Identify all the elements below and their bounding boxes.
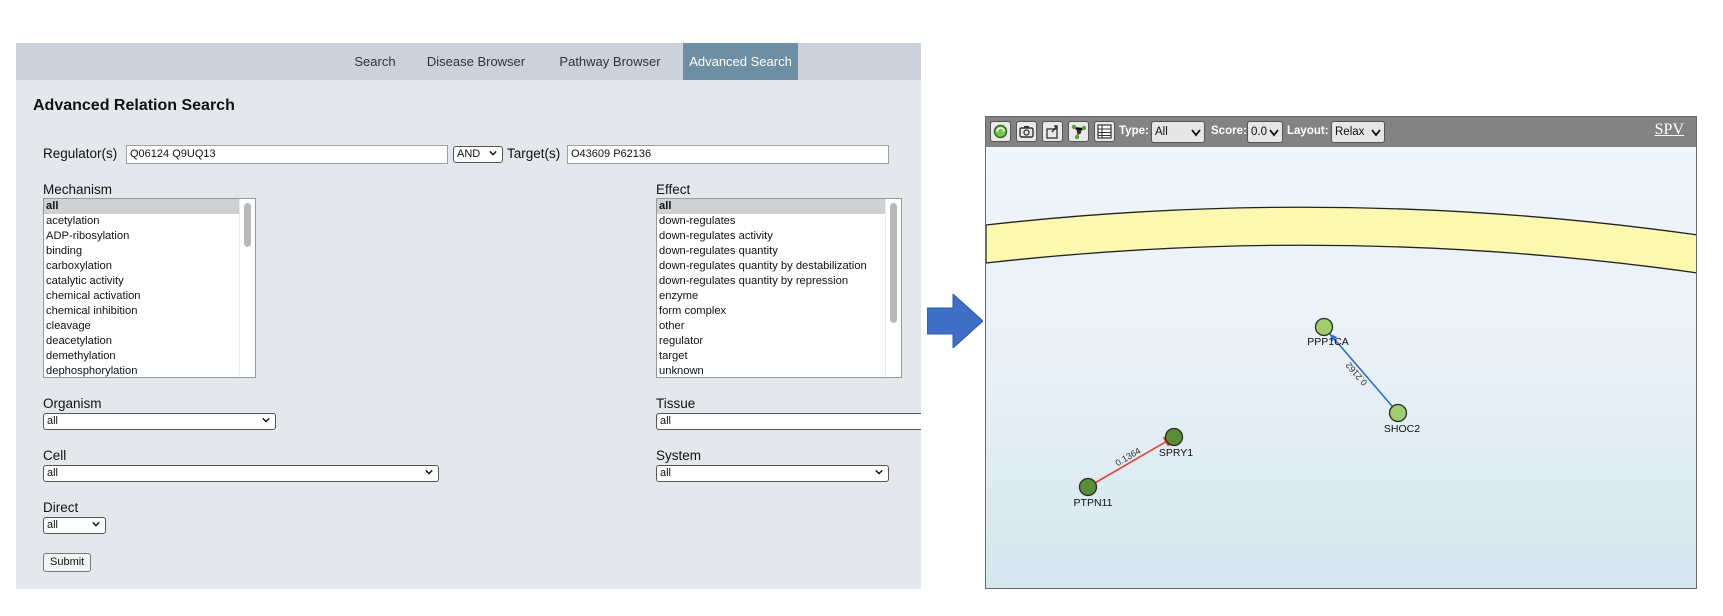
export-icon[interactable] bbox=[1042, 121, 1063, 142]
mechanism-option[interactable]: chemical inhibition bbox=[44, 304, 255, 319]
chevron-down-icon bbox=[1371, 129, 1381, 137]
effect-option[interactable]: enzyme bbox=[657, 289, 901, 304]
submit-button[interactable]: Submit bbox=[43, 553, 92, 572]
regulator-label: Regulator(s) bbox=[43, 146, 118, 161]
system-select[interactable]: all bbox=[656, 465, 889, 482]
chevron-down-icon bbox=[92, 521, 100, 527]
score-value: 0.0 bbox=[1251, 126, 1267, 138]
cell-select[interactable]: all bbox=[43, 465, 439, 482]
direct-value: all bbox=[47, 519, 59, 531]
node-label: PPP1CA bbox=[1307, 336, 1348, 348]
tab-search[interactable]: Search bbox=[347, 43, 403, 80]
mechanism-option[interactable]: carboxylation bbox=[44, 259, 255, 274]
scroll-thumb[interactable] bbox=[244, 203, 251, 247]
chevron-down-icon bbox=[1269, 129, 1279, 137]
mechanism-option[interactable]: demethylation bbox=[44, 349, 255, 364]
page-title: Advanced Relation Search bbox=[33, 97, 235, 114]
layout-label: Layout: bbox=[1287, 125, 1329, 137]
mechanism-scrollbar[interactable] bbox=[239, 199, 255, 377]
refresh-icon[interactable] bbox=[990, 121, 1011, 142]
operator-select[interactable]: AND bbox=[453, 146, 503, 163]
spv-link[interactable]: SPV bbox=[1655, 121, 1684, 139]
network-icon[interactable] bbox=[1068, 121, 1089, 142]
mechanism-option[interactable]: ADP-ribosylation bbox=[44, 229, 255, 244]
effect-label: Effect bbox=[656, 182, 691, 197]
operator-value: AND bbox=[457, 148, 481, 160]
table-icon[interactable] bbox=[1094, 121, 1115, 142]
chevron-down-icon bbox=[262, 417, 270, 423]
node-label: SHOC2 bbox=[1384, 423, 1420, 435]
mechanism-option[interactable]: cleavage bbox=[44, 319, 255, 334]
effect-option[interactable]: unknown bbox=[657, 364, 901, 377]
mechanism-option[interactable]: acetylation bbox=[44, 214, 255, 229]
mechanism-option[interactable]: catalytic activity bbox=[44, 274, 255, 289]
cell-label: Cell bbox=[43, 448, 67, 463]
system-label: System bbox=[656, 448, 702, 463]
effect-option[interactable]: down-regulates quantity bbox=[657, 244, 901, 259]
node-shoc2[interactable] bbox=[1388, 403, 1408, 423]
mechanism-option[interactable]: binding bbox=[44, 244, 255, 259]
mechanism-listbox[interactable]: all acetylation ADP-ribosylation binding car… bbox=[43, 198, 256, 378]
score-select[interactable]: 0.0 bbox=[1247, 121, 1283, 143]
type-value: All bbox=[1155, 126, 1168, 138]
scroll-thumb[interactable] bbox=[890, 203, 897, 323]
tab-pathway-browser[interactable]: Pathway Browser bbox=[551, 43, 669, 80]
node-spry1[interactable] bbox=[1164, 427, 1184, 447]
node-ppp1ca[interactable] bbox=[1314, 317, 1334, 337]
mechanism-option[interactable]: deacetylation bbox=[44, 334, 255, 349]
effect-option[interactable]: other bbox=[657, 319, 901, 334]
node-label: PTPN11 bbox=[1074, 497, 1113, 509]
node-label: SPRY1 bbox=[1159, 447, 1193, 459]
system-value: all bbox=[660, 467, 672, 479]
chevron-down-icon bbox=[425, 469, 433, 475]
layout-value: Relax bbox=[1335, 126, 1365, 138]
network-canvas[interactable]: 0.21620.1364 PPP1CASHOC2SPRY1PTPN11 bbox=[986, 147, 1697, 589]
advanced-search-panel: Search Disease Browser Pathway Browser A… bbox=[16, 43, 921, 589]
effect-option[interactable]: down-regulates quantity by repression bbox=[657, 274, 901, 289]
effect-option[interactable]: down-regulates bbox=[657, 214, 901, 229]
tissue-value: all bbox=[660, 415, 672, 427]
edge-score-label: 0.1364 bbox=[1114, 446, 1143, 468]
effect-option[interactable]: target bbox=[657, 349, 901, 364]
tab-disease-browser[interactable]: Disease Browser bbox=[421, 43, 531, 80]
chevron-down-icon bbox=[875, 469, 883, 475]
mechanism-option[interactable]: dephosphorylation bbox=[44, 364, 255, 377]
mechanism-option[interactable]: all bbox=[44, 199, 255, 214]
direct-label: Direct bbox=[43, 500, 79, 515]
effect-option[interactable]: down-regulates quantity by destabilizati… bbox=[657, 259, 901, 274]
organism-select[interactable]: all bbox=[43, 413, 276, 430]
direct-select[interactable]: all bbox=[43, 517, 106, 534]
effect-option[interactable]: regulator bbox=[657, 334, 901, 349]
effect-option[interactable]: all bbox=[657, 199, 901, 214]
effect-scrollbar[interactable] bbox=[885, 199, 901, 377]
mechanism-option[interactable]: chemical activation bbox=[44, 289, 255, 304]
effect-option[interactable]: down-regulates activity bbox=[657, 229, 901, 244]
chevron-down-icon bbox=[489, 150, 497, 156]
organism-label: Organism bbox=[43, 396, 102, 411]
layout-select[interactable]: Relax bbox=[1331, 121, 1385, 143]
organism-value: all bbox=[47, 415, 59, 427]
tissue-select[interactable]: all bbox=[656, 413, 921, 430]
effect-listbox[interactable]: all down-regulates down-regulates activity… bbox=[656, 198, 902, 378]
camera-icon[interactable] bbox=[1016, 121, 1037, 142]
mechanism-label: Mechanism bbox=[43, 182, 113, 197]
effect-option[interactable]: form complex bbox=[657, 304, 901, 319]
type-select[interactable]: All bbox=[1151, 121, 1205, 143]
chevron-down-icon bbox=[1191, 129, 1201, 137]
network-viewer-panel: Type: All Score: 0.0 Layout: Relax SPV 0… bbox=[985, 116, 1697, 589]
target-label: Target(s) bbox=[507, 146, 561, 161]
regulator-input[interactable]: Q06124 Q9UQ13 bbox=[126, 145, 448, 164]
node-ptpn11[interactable] bbox=[1078, 477, 1098, 497]
right-arrow-icon bbox=[927, 294, 983, 348]
top-nav-bar: Search Disease Browser Pathway Browser A… bbox=[16, 43, 921, 80]
edge-inhibition[interactable] bbox=[1087, 440, 1167, 488]
viewer-toolbar: Type: All Score: 0.0 Layout: Relax SPV bbox=[986, 117, 1696, 147]
type-label: Type: bbox=[1119, 125, 1149, 137]
tissue-label: Tissue bbox=[656, 396, 696, 411]
target-input[interactable]: O43609 P62136 bbox=[567, 145, 889, 164]
tab-advanced-search[interactable]: Advanced Search bbox=[683, 43, 798, 80]
cell-membrane bbox=[986, 206, 1696, 274]
score-label: Score: bbox=[1211, 125, 1247, 137]
cell-value: all bbox=[47, 467, 59, 479]
